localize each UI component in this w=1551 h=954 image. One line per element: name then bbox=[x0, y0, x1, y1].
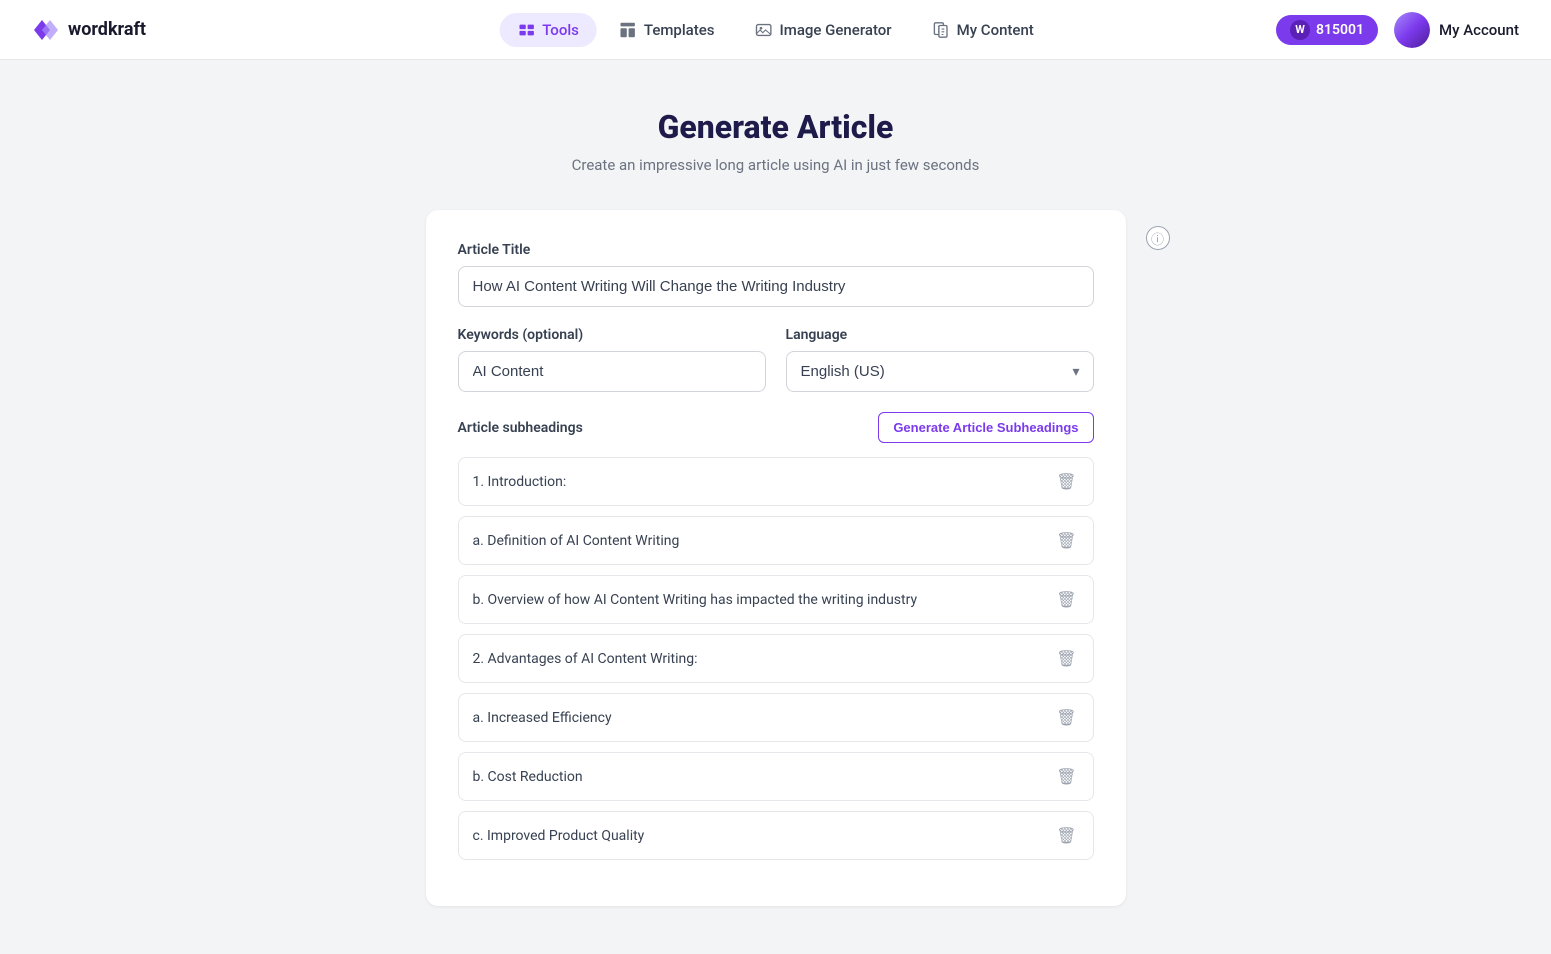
nav-templates[interactable]: Templates bbox=[601, 13, 733, 47]
subheading-text: 2. Advantages of AI Content Writing: bbox=[473, 651, 698, 667]
credits-value: 815001 bbox=[1316, 22, 1364, 38]
delete-subheading-icon[interactable]: 🗑 bbox=[1054, 765, 1078, 788]
delete-subheading-icon[interactable]: 🗑 bbox=[1054, 470, 1078, 493]
subheading-item: 2. Advantages of AI Content Writing: 🗑 bbox=[458, 634, 1094, 683]
language-label: Language bbox=[786, 327, 1094, 343]
image-generator-label: Image Generator bbox=[780, 21, 892, 39]
templates-label: Templates bbox=[644, 21, 715, 39]
avatar-image bbox=[1394, 12, 1430, 48]
delete-subheading-icon[interactable]: 🗑 bbox=[1054, 824, 1078, 847]
nav-my-content[interactable]: My Content bbox=[914, 13, 1052, 47]
templates-icon bbox=[619, 21, 637, 39]
nav-right: W 815001 My Account bbox=[1276, 12, 1519, 48]
subheadings-header: Article subheadings Generate Article Sub… bbox=[458, 412, 1094, 443]
navbar: wordkraft Tools Templates bbox=[0, 0, 1551, 60]
subheading-text: b. Overview of how AI Content Writing ha… bbox=[473, 592, 918, 608]
subheading-text: b. Cost Reduction bbox=[473, 769, 583, 785]
subheading-text: c. Improved Product Quality bbox=[473, 828, 645, 844]
delete-subheading-icon[interactable]: 🗑 bbox=[1054, 647, 1078, 670]
credits-w-icon: W bbox=[1290, 20, 1310, 40]
subheading-item: 1. Introduction: 🗑 bbox=[458, 457, 1094, 506]
subheadings-label: Article subheadings bbox=[458, 420, 583, 436]
subheading-item: b. Overview of how AI Content Writing ha… bbox=[458, 575, 1094, 624]
image-generator-icon bbox=[755, 21, 773, 39]
main-content: Generate Article Create an impressive lo… bbox=[0, 60, 1551, 954]
account-name: My Account bbox=[1439, 21, 1519, 39]
language-select-wrapper: English (US) English (UK) Spanish French… bbox=[786, 351, 1094, 392]
subheading-text: a. Definition of AI Content Writing bbox=[473, 533, 680, 549]
credits-badge[interactable]: W 815001 bbox=[1276, 15, 1378, 45]
subheading-item: c. Improved Product Quality 🗑 bbox=[458, 811, 1094, 860]
logo[interactable]: wordkraft bbox=[32, 16, 146, 44]
delete-subheading-icon[interactable]: 🗑 bbox=[1054, 588, 1078, 611]
subheading-item: a. Definition of AI Content Writing 🗑 bbox=[458, 516, 1094, 565]
my-content-label: My Content bbox=[957, 21, 1034, 39]
language-field: Language English (US) English (UK) Spani… bbox=[786, 327, 1094, 392]
tools-icon bbox=[517, 21, 535, 39]
nav-tools[interactable]: Tools bbox=[499, 13, 597, 47]
subheading-text: 1. Introduction: bbox=[473, 474, 567, 490]
language-select[interactable]: English (US) English (UK) Spanish French… bbox=[786, 351, 1094, 392]
generate-subheadings-button[interactable]: Generate Article Subheadings bbox=[878, 412, 1093, 443]
subheading-text: a. Increased Efficiency bbox=[473, 710, 612, 726]
delete-subheading-icon[interactable]: 🗑 bbox=[1054, 529, 1078, 552]
form-card: ⓘ Article Title Keywords (optional) Lang… bbox=[426, 210, 1126, 906]
article-title-label: Article Title bbox=[458, 242, 1094, 258]
page-subtitle: Create an impressive long article using … bbox=[572, 156, 980, 174]
subheading-item: a. Increased Efficiency 🗑 bbox=[458, 693, 1094, 742]
info-icon[interactable]: ⓘ bbox=[1146, 226, 1170, 250]
account-area[interactable]: My Account bbox=[1394, 12, 1519, 48]
delete-subheading-icon[interactable]: 🗑 bbox=[1054, 706, 1078, 729]
keywords-language-row: Keywords (optional) Language English (US… bbox=[458, 327, 1094, 392]
keywords-input[interactable] bbox=[458, 351, 766, 392]
keywords-field: Keywords (optional) bbox=[458, 327, 766, 392]
my-content-icon bbox=[932, 21, 950, 39]
subheadings-list: 1. Introduction: 🗑 a. Definition of AI C… bbox=[458, 457, 1094, 860]
keywords-label: Keywords (optional) bbox=[458, 327, 766, 343]
article-title-input[interactable] bbox=[458, 266, 1094, 307]
logo-icon bbox=[32, 16, 60, 44]
avatar bbox=[1394, 12, 1430, 48]
nav-center: Tools Templates Image Generator bbox=[499, 13, 1052, 47]
tools-label: Tools bbox=[542, 21, 579, 39]
subheading-item: b. Cost Reduction 🗑 bbox=[458, 752, 1094, 801]
nav-image-generator[interactable]: Image Generator bbox=[737, 13, 910, 47]
page-title: Generate Article bbox=[658, 108, 894, 146]
logo-text: wordkraft bbox=[68, 19, 146, 40]
